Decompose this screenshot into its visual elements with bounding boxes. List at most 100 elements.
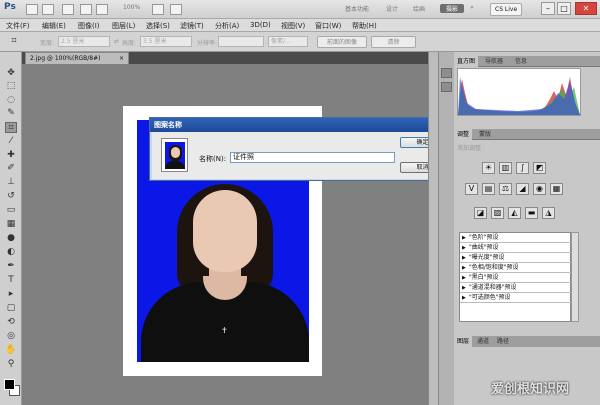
healing-brush-tool-icon[interactable]: ✚ (5, 150, 17, 161)
clear-button[interactable]: 清除 (371, 36, 416, 48)
panel-dock-divider[interactable] (428, 52, 438, 405)
expand-triangle-icon[interactable]: ▶ (462, 263, 466, 273)
resolution-unit-select[interactable]: 像素/... (268, 36, 308, 47)
brush-tool-icon[interactable]: ✐ (5, 163, 17, 174)
bridge-icon[interactable] (26, 4, 38, 15)
minimize-button[interactable]: – (541, 2, 555, 15)
tab-adjustments[interactable]: 调整 (454, 129, 473, 140)
menu-help[interactable]: 帮助(H) (352, 21, 377, 31)
workspace-painting[interactable]: 绘画 (413, 4, 425, 13)
mini-bridge-icon[interactable] (42, 4, 54, 15)
hue-saturation-icon[interactable]: ▤ (482, 183, 495, 195)
menu-filter[interactable]: 滤镜(T) (180, 21, 204, 31)
menu-view[interactable]: 视图(V) (281, 21, 305, 31)
menu-file[interactable]: 文件(F) (6, 21, 30, 31)
marquee-tool-icon[interactable]: ⬚ (5, 81, 17, 92)
zoom-tool-icon[interactable] (96, 4, 108, 15)
quick-select-tool-icon[interactable]: ✎ (5, 108, 17, 119)
tab-info[interactable]: 信息 (512, 56, 530, 67)
zoom-tool-icon[interactable]: ⚲ (5, 359, 17, 370)
lasso-tool-icon[interactable]: ◌ (5, 95, 17, 106)
menu-window[interactable]: 窗口(W) (315, 21, 341, 31)
threshold-icon[interactable]: ◭ (508, 207, 521, 219)
workspace-design[interactable]: 设计 (386, 4, 398, 13)
hand-tool-icon[interactable] (80, 4, 92, 15)
menu-edit[interactable]: 编辑(E) (42, 21, 66, 31)
menu-3d[interactable]: 3D(D) (250, 21, 271, 29)
presets-scrollbar[interactable] (571, 232, 579, 322)
list-item[interactable]: ▶ "色相/饱和度"预设 (460, 263, 571, 273)
list-item[interactable]: ▶ "通道混和器"预设 (460, 283, 571, 293)
list-item[interactable]: ▶ "曲线"预设 (460, 243, 571, 253)
close-document-icon[interactable]: × (119, 53, 124, 64)
resolution-field[interactable] (218, 36, 264, 47)
eraser-tool-icon[interactable]: ▭ (5, 205, 17, 216)
crop-tool-icon[interactable]: ⌗ (8, 36, 20, 47)
vibrance-icon[interactable]: V (465, 183, 478, 195)
tab-paths[interactable]: 路径 (494, 336, 512, 347)
move-tool-icon[interactable]: ✥ (5, 68, 17, 79)
workspace-photography[interactable]: 摄影 (440, 4, 465, 13)
selective-color-icon[interactable]: ◮ (542, 207, 555, 219)
pen-tool-icon[interactable]: ✒ (5, 261, 17, 272)
shape-tool-icon[interactable]: ▢ (5, 303, 17, 314)
black-white-icon[interactable]: ◢ (516, 183, 529, 195)
arrange-documents-icon[interactable] (152, 4, 164, 15)
dodge-tool-icon[interactable]: ◐ (5, 247, 17, 258)
clone-stamp-tool-icon[interactable]: ⊥ (5, 177, 17, 188)
gradient-tool-icon[interactable]: ▦ (5, 219, 17, 230)
tab-navigator[interactable]: 导航器 (482, 56, 506, 67)
expand-triangle-icon[interactable]: ▶ (462, 243, 466, 253)
workspace-more-icon[interactable]: » (470, 4, 474, 11)
list-item[interactable]: ▶ "色阶"预设 (460, 233, 571, 243)
color-balance-icon[interactable]: ⚖ (499, 183, 512, 195)
menu-analysis[interactable]: 分析(A) (215, 21, 239, 31)
crop-tool-icon[interactable]: ⌗ (5, 122, 17, 133)
3d-rotate-tool-icon[interactable]: ⟲ (5, 317, 17, 328)
tab-histogram[interactable]: 直方图 (454, 56, 479, 67)
blur-tool-icon[interactable]: ● (5, 233, 17, 244)
list-item[interactable]: ▶ "曝光度"预设 (460, 253, 571, 263)
pattern-name-input[interactable]: 证件照 (230, 152, 395, 163)
history-panel-icon[interactable] (441, 68, 452, 78)
maximize-button[interactable]: □ (557, 2, 571, 15)
foreground-color-swatch[interactable] (4, 379, 15, 390)
expand-triangle-icon[interactable]: ▶ (462, 273, 466, 283)
hand-tool-icon[interactable]: ✋ (5, 345, 17, 356)
invert-icon[interactable]: ◪ (474, 207, 487, 219)
levels-icon[interactable]: ▥ (499, 162, 512, 174)
exposure-icon[interactable]: ◩ (533, 162, 546, 174)
history-brush-tool-icon[interactable]: ↺ (5, 191, 17, 202)
width-field[interactable]: 2.5 厘米 (58, 36, 110, 47)
type-tool-icon[interactable]: T (5, 275, 17, 286)
eyedropper-tool-icon[interactable]: ⁄ (5, 136, 17, 147)
menu-image[interactable]: 图像(I) (78, 21, 100, 31)
list-item[interactable]: ▶ "可选颜色"预设 (460, 293, 571, 303)
height-field[interactable]: 3.5 厘米 (140, 36, 192, 47)
zoom-level[interactable]: 100% (123, 4, 140, 11)
expand-triangle-icon[interactable]: ▶ (462, 253, 466, 263)
cs-live-button[interactable]: CS Live (490, 3, 523, 16)
guides-icon[interactable] (62, 4, 74, 15)
curves-icon[interactable]: ∫ (516, 162, 529, 174)
path-select-tool-icon[interactable]: ▸ (5, 289, 17, 300)
photo-filter-icon[interactable]: ◉ (533, 183, 546, 195)
expand-triangle-icon[interactable]: ▶ (462, 293, 466, 303)
menu-layer[interactable]: 图层(L) (112, 21, 135, 31)
gradient-map-icon[interactable]: ▬ (525, 207, 538, 219)
menu-select[interactable]: 选择(S) (146, 21, 170, 31)
channel-mixer-icon[interactable]: ▦ (550, 183, 563, 195)
3d-orbit-tool-icon[interactable]: ◎ (5, 331, 17, 342)
screen-mode-icon[interactable] (170, 4, 182, 15)
swap-icon[interactable]: ⇄ (114, 38, 119, 45)
brightness-icon[interactable]: ☀ (482, 162, 495, 174)
workspace-essentials[interactable]: 基本功能 (345, 4, 369, 13)
list-item[interactable]: ▶ "黑白"预设 (460, 273, 571, 283)
expand-triangle-icon[interactable]: ▶ (462, 283, 466, 293)
tab-channels[interactable]: 通道 (474, 336, 492, 347)
tab-masks[interactable]: 蒙版 (476, 129, 494, 140)
front-image-button[interactable]: 前面的图像 (317, 36, 367, 48)
actions-panel-icon[interactable] (441, 82, 452, 92)
expand-triangle-icon[interactable]: ▶ (462, 233, 466, 243)
tab-layers[interactable]: 图层 (454, 336, 473, 347)
